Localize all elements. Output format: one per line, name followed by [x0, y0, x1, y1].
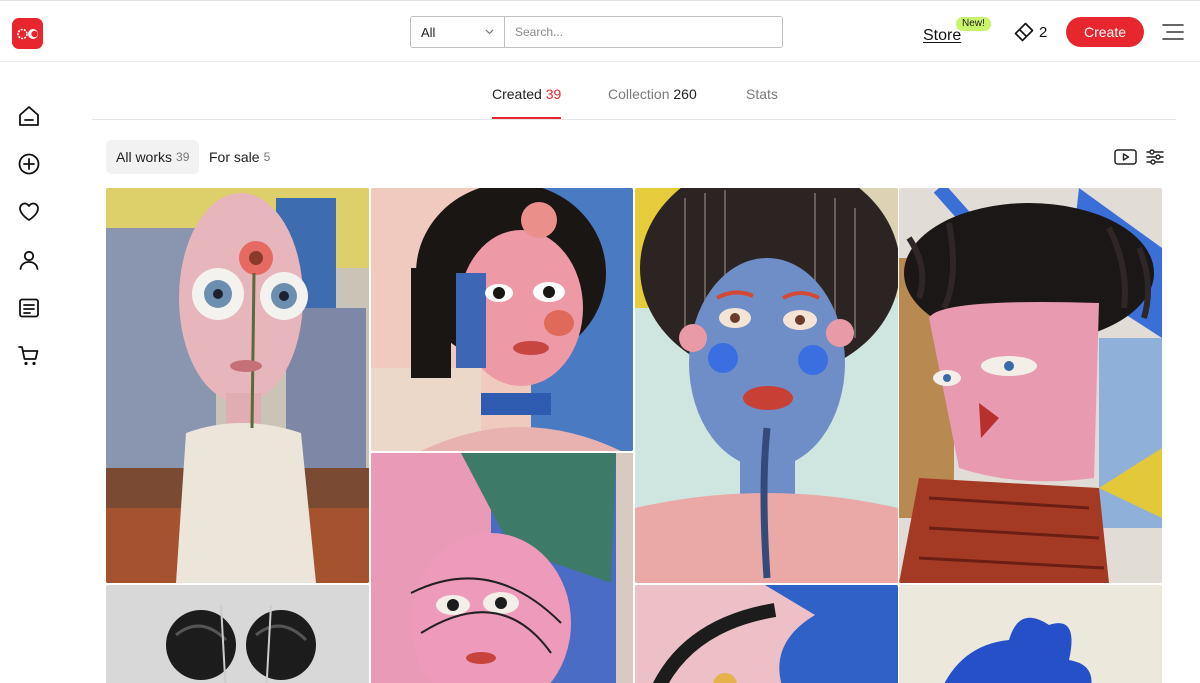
filter-all-works[interactable]: All works 39 [106, 140, 200, 174]
tab-count: 260 [673, 86, 697, 102]
cart-icon [18, 346, 39, 366]
tab-label: Created [492, 86, 542, 102]
sidebar-item-create[interactable] [17, 152, 41, 176]
filter-label: All works [116, 149, 173, 165]
store-link[interactable]: Store [923, 27, 961, 45]
artwork-tile[interactable] [635, 188, 898, 583]
search-category-select[interactable]: All [411, 17, 505, 47]
artwork-image [635, 188, 898, 583]
home-icon [19, 106, 39, 126]
sidebar-item-favorites[interactable] [17, 200, 41, 224]
profile-tabs: Created 39 Collection 260 Stats [92, 62, 1176, 120]
artwork-image [371, 453, 633, 683]
sliders-icon [1146, 149, 1164, 165]
artwork-image [106, 585, 369, 683]
sidebar-item-profile[interactable] [17, 248, 41, 272]
artwork-image [899, 585, 1162, 683]
document-icon [19, 298, 39, 318]
artwork-tile[interactable] [371, 453, 633, 683]
artwork-image [635, 585, 898, 683]
filter-settings-button[interactable] [1146, 148, 1164, 171]
artwork-image [899, 188, 1162, 583]
filter-count: 39 [176, 150, 190, 164]
ticket-icon [1014, 22, 1034, 42]
search-bar: All [410, 16, 783, 48]
artwork-tile[interactable] [899, 585, 1162, 683]
search-input[interactable] [505, 17, 782, 47]
filter-label: For sale [209, 149, 260, 165]
app-logo[interactable] [12, 18, 43, 49]
tab-label: Stats [746, 86, 778, 102]
sidebar [0, 62, 58, 683]
sidebar-item-cart[interactable] [17, 344, 41, 368]
user-icon [19, 250, 39, 270]
tab-stats[interactable]: Stats [746, 86, 778, 102]
artwork-image [106, 188, 369, 583]
create-button[interactable]: Create [1066, 17, 1144, 47]
filter-count: 5 [263, 150, 271, 164]
active-tab-indicator [492, 117, 562, 119]
video-play-icon [1114, 149, 1137, 165]
plus-circle-icon [18, 153, 40, 175]
heart-icon [19, 202, 39, 221]
artwork-tile[interactable] [106, 585, 369, 683]
slideshow-button[interactable] [1114, 148, 1137, 171]
artwork-tile[interactable] [899, 188, 1162, 583]
new-badge: New! [956, 17, 991, 31]
chevron-down-icon [485, 29, 494, 35]
hamburger-icon [1162, 24, 1184, 40]
credits-count: 2 [1039, 23, 1048, 41]
credits-button[interactable]: 2 [1013, 21, 1047, 43]
artwork-tile[interactable] [106, 188, 369, 583]
logo-icon [16, 28, 38, 39]
artwork-image [371, 188, 633, 451]
menu-button[interactable] [1162, 22, 1184, 42]
tab-label: Collection [608, 86, 670, 102]
artwork-tile[interactable] [635, 585, 898, 683]
tab-collection[interactable]: Collection 260 [608, 86, 697, 102]
tab-created[interactable]: Created 39 [492, 86, 562, 119]
artwork-tile[interactable] [371, 188, 633, 451]
top-bar: All Store New! 2 Create [0, 0, 1200, 62]
filter-for-sale[interactable]: For sale 5 [199, 140, 280, 174]
sidebar-item-documents[interactable] [17, 296, 41, 320]
search-category-value: All [421, 24, 436, 40]
tab-count: 39 [545, 86, 562, 102]
sidebar-item-home[interactable] [17, 104, 41, 128]
